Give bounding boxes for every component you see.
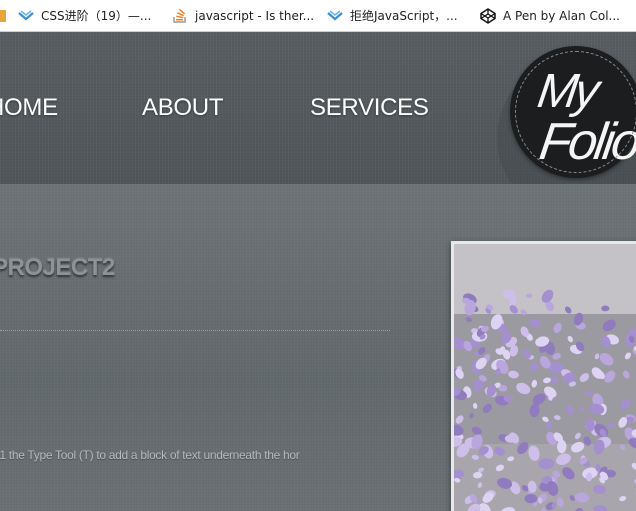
confetti-image [454,244,636,511]
codepen-icon [480,7,496,24]
nav-about-link[interactable]: ABOUT [142,94,223,122]
chevron-logo-icon [18,8,34,24]
chevron-logo-icon [327,8,343,24]
bookmark-css-advanced[interactable]: CSS进阶（19）—... [18,0,151,31]
confetti-piece [524,494,538,504]
nav-services-link[interactable]: SERVICES [310,94,429,122]
page-title: PROJECT2 [0,254,115,281]
logo-line-2: Folio [535,113,636,171]
bookmark-label: CSS进阶（19）—... [41,9,152,23]
logo-line-1: My [534,65,600,118]
bookmark-reject-javascript[interactable]: 拒绝JavaScript，... [327,0,458,31]
stackoverflow-icon [172,8,188,24]
confetti-piece [601,305,610,312]
bookmark-label: A Pen by Alan Col... [503,8,620,23]
bookmark-codepen[interactable]: A Pen by Alan Col... [480,0,620,31]
confetti-piece [556,439,567,454]
dotted-divider [0,330,390,331]
bookmarks-bar: CSS进阶（19）—... javascript - Is ther... 拒绝… [0,0,636,32]
site-logo[interactable]: My Folio [510,46,636,178]
bookmark-label: 拒绝JavaScript，... [350,9,458,23]
nav-home-link[interactable]: HOME [0,94,58,122]
bookmark-label: javascript - Is ther... [195,8,315,23]
body-text: e1 the Type Tool (T) to add a block of t… [0,448,300,462]
main-content: PROJECT2 e1 the Type Tool (T) to add a b… [0,184,636,511]
bookmark-stackoverflow[interactable]: javascript - Is ther... [172,0,314,31]
bookmark-icon [0,8,16,24]
project-image [451,241,636,511]
